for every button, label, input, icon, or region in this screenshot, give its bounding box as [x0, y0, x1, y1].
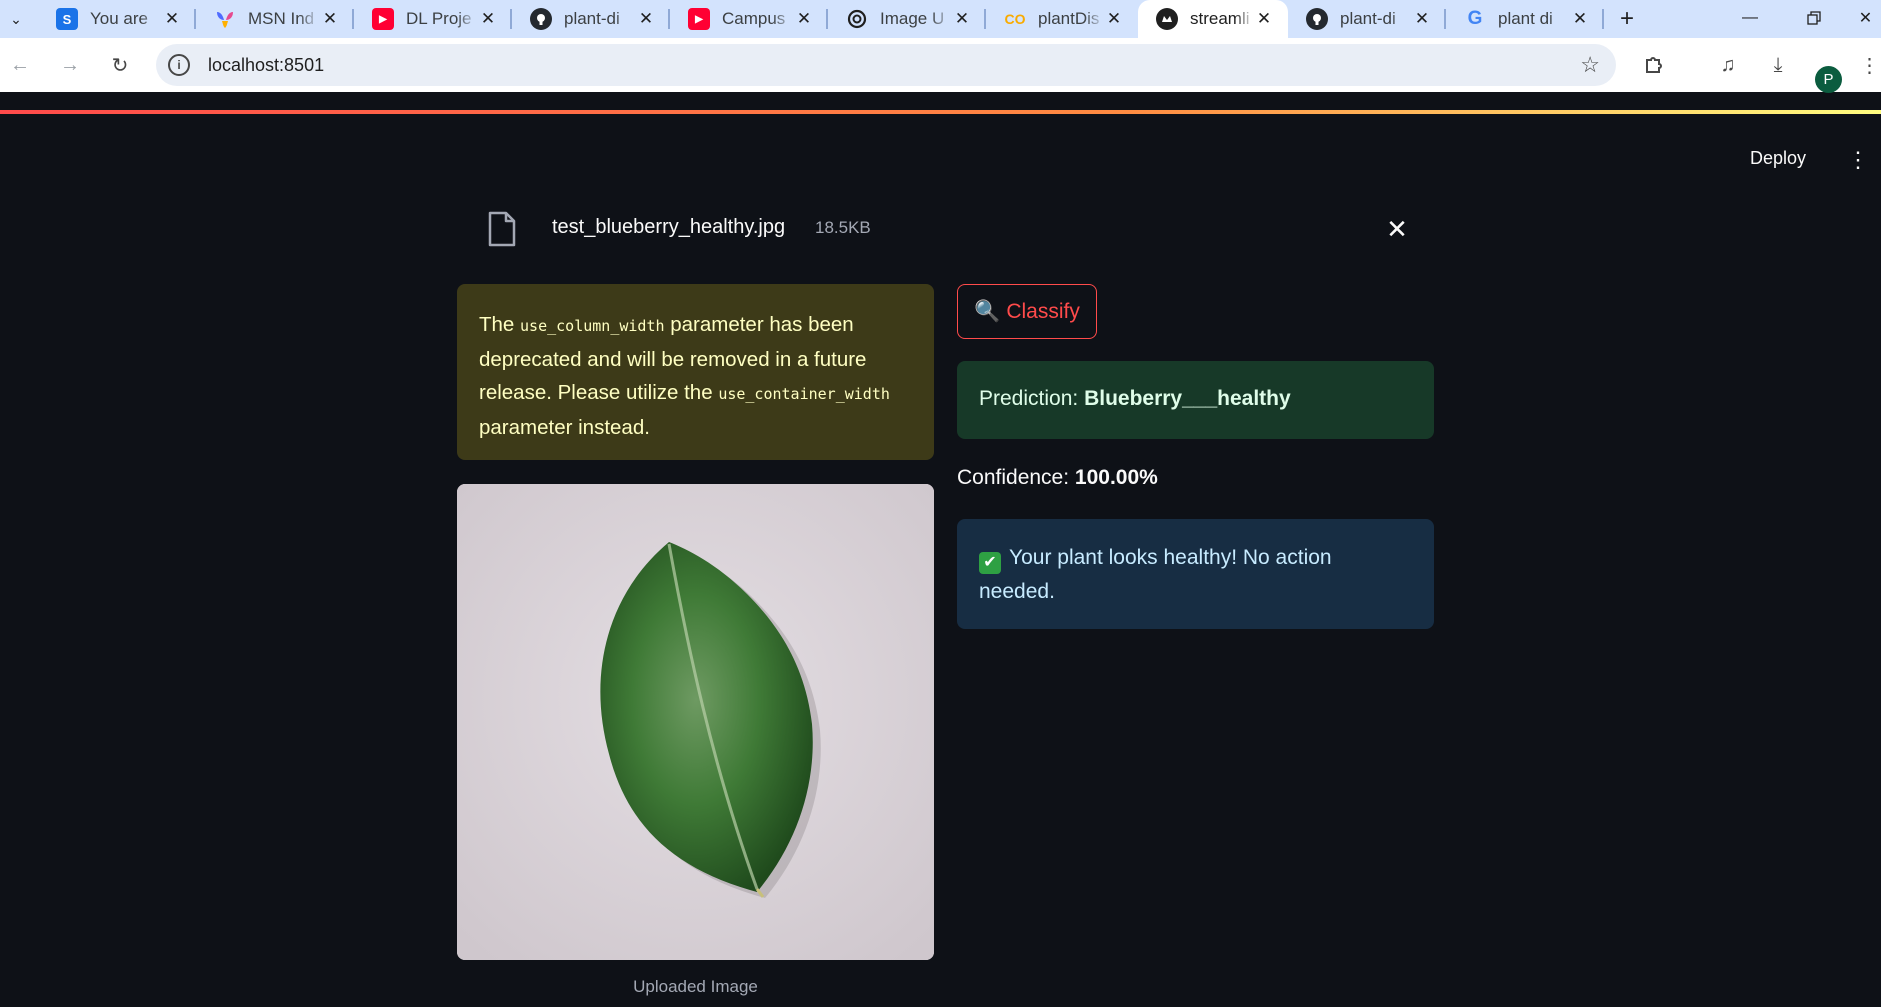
tab-title: plant di [1498, 9, 1553, 28]
browser-tab[interactable]: plant-di ✕ [1288, 0, 1446, 38]
status-message: Your plant looks healthy! No action need… [979, 546, 1332, 603]
tab-title: MSN Ind [248, 9, 315, 28]
back-arrow-icon[interactable]: ← [2, 47, 38, 83]
remove-file-close-icon[interactable]: ✕ [1383, 214, 1411, 244]
browser-tab[interactable]: G plant di ✕ [1446, 0, 1604, 38]
tab-close-icon[interactable]: ✕ [794, 9, 814, 29]
prediction-label: Prediction: [979, 387, 1085, 410]
magnifier-icon: 🔍 [974, 299, 1001, 323]
tab-title: plant-di [564, 9, 620, 28]
browser-tab[interactable]: S You are ✕ [38, 0, 196, 38]
check-mark-icon: ✔ [979, 552, 1001, 574]
classify-button[interactable]: 🔍 Classify [957, 284, 1097, 339]
site-info-icon[interactable]: i [168, 54, 190, 76]
browser-tab[interactable]: plant-di ✕ [512, 0, 670, 38]
file-icon [488, 211, 516, 252]
tab-title: DL Proje [406, 9, 472, 28]
classify-label: Classify [1006, 299, 1080, 323]
confidence-label: Confidence: [957, 466, 1075, 489]
confidence-text: Confidence: 100.00% [957, 466, 1158, 490]
youtube-icon: ▶ [688, 8, 710, 30]
github-icon [530, 8, 552, 30]
google-icon: G [1467, 8, 1483, 29]
tab-close-icon[interactable]: ✕ [1104, 9, 1124, 29]
prediction-value: Blueberry___healthy [1084, 387, 1291, 410]
tab-title: streamli [1190, 9, 1250, 28]
uploaded-leaf-image [457, 484, 934, 960]
tab-close-icon[interactable]: ✕ [320, 9, 340, 29]
streamlit-header-decoration [0, 110, 1881, 114]
uploaded-file-row: test_blueberry_healthy.jpg 18.5KB ✕ [480, 205, 1415, 255]
media-controls-icon[interactable]: ♫ [1710, 47, 1746, 83]
tab-separator [1602, 9, 1604, 29]
minimize-icon[interactable]: — [1722, 0, 1778, 36]
file-size: 18.5KB [815, 218, 871, 237]
tab-close-icon[interactable]: ✕ [1254, 9, 1274, 29]
more-menu-icon[interactable]: ⋮ [1858, 47, 1881, 83]
tab-search-chevron-icon[interactable]: ⌄ [2, 5, 30, 33]
prediction-alert: Prediction: Blueberry___healthy [957, 361, 1434, 439]
warning-text: parameter instead. [479, 416, 650, 439]
file-name: test_blueberry_healthy.jpg [552, 216, 786, 238]
extensions-puzzle-icon[interactable] [1636, 47, 1672, 83]
warning-code: use_column_width [520, 317, 665, 335]
forward-arrow-icon[interactable]: → [52, 47, 88, 83]
tab-close-icon[interactable]: ✕ [636, 9, 656, 29]
tab-close-icon[interactable]: ✕ [1570, 9, 1590, 29]
browser-tab[interactable]: MSN Ind ✕ [196, 0, 354, 38]
address-url[interactable]: localhost:8501 [208, 55, 324, 76]
tab-close-icon[interactable]: ✕ [952, 9, 972, 29]
browser-tab[interactable]: ▶ Campus ✕ [670, 0, 828, 38]
profile-avatar[interactable]: P [1815, 66, 1842, 93]
tab-favicon-icon [214, 8, 236, 30]
reload-icon[interactable]: ↻ [102, 47, 138, 83]
restore-icon[interactable] [1786, 0, 1842, 36]
github-icon [1306, 8, 1328, 30]
download-icon[interactable]: ⤓ [1760, 47, 1796, 83]
warning-text: The [479, 313, 521, 336]
tab-close-icon[interactable]: ✕ [478, 9, 498, 29]
colab-icon: CO [1004, 11, 1026, 27]
browser-tab[interactable]: ▶ DL Proje ✕ [354, 0, 512, 38]
confidence-value: 100.00% [1074, 466, 1158, 489]
tab-title: plant-di [1340, 9, 1396, 28]
streamlit-icon [1156, 8, 1178, 30]
close-window-icon[interactable]: ✕ [1850, 0, 1881, 36]
browser-tab-active[interactable]: streamli ✕ [1138, 0, 1288, 38]
deprecation-warning: The use_column_width parameter has been … [457, 284, 934, 460]
address-bar[interactable]: i localhost:8501 ☆ [156, 44, 1616, 86]
main-menu-icon[interactable]: ⋮ [1847, 146, 1869, 174]
warning-code: use_container_width [718, 385, 890, 403]
tab-title: Image U [880, 9, 945, 28]
deploy-button[interactable]: Deploy [1750, 148, 1806, 169]
tab-favicon-icon: S [56, 8, 78, 30]
browser-tab[interactable]: Image U ✕ [828, 0, 986, 38]
youtube-icon: ▶ [372, 8, 394, 30]
health-status-info: ✔ Your plant looks healthy! No action nee… [957, 519, 1434, 629]
openai-icon [846, 8, 868, 30]
tab-title: You are [90, 9, 148, 28]
browser-toolbar: ← → ↻ i localhost:8501 ☆ ♫ ⤓ ⋮ [0, 38, 1881, 92]
tab-close-icon[interactable]: ✕ [162, 9, 182, 29]
tab-title: plantDis [1038, 9, 1100, 28]
tab-title: Campus [722, 9, 786, 28]
tab-strip: ⌄ S You are ✕ MSN Ind ✕ ▶ DL Proje ✕ pla… [0, 0, 1881, 38]
bookmark-star-icon[interactable]: ☆ [1580, 52, 1600, 78]
new-tab-plus-icon[interactable]: + [1612, 4, 1642, 34]
tab-close-icon[interactable]: ✕ [1412, 9, 1432, 29]
browser-tab[interactable]: CO plantDis ✕ [986, 0, 1138, 38]
image-caption: Uploaded Image [633, 977, 758, 996]
